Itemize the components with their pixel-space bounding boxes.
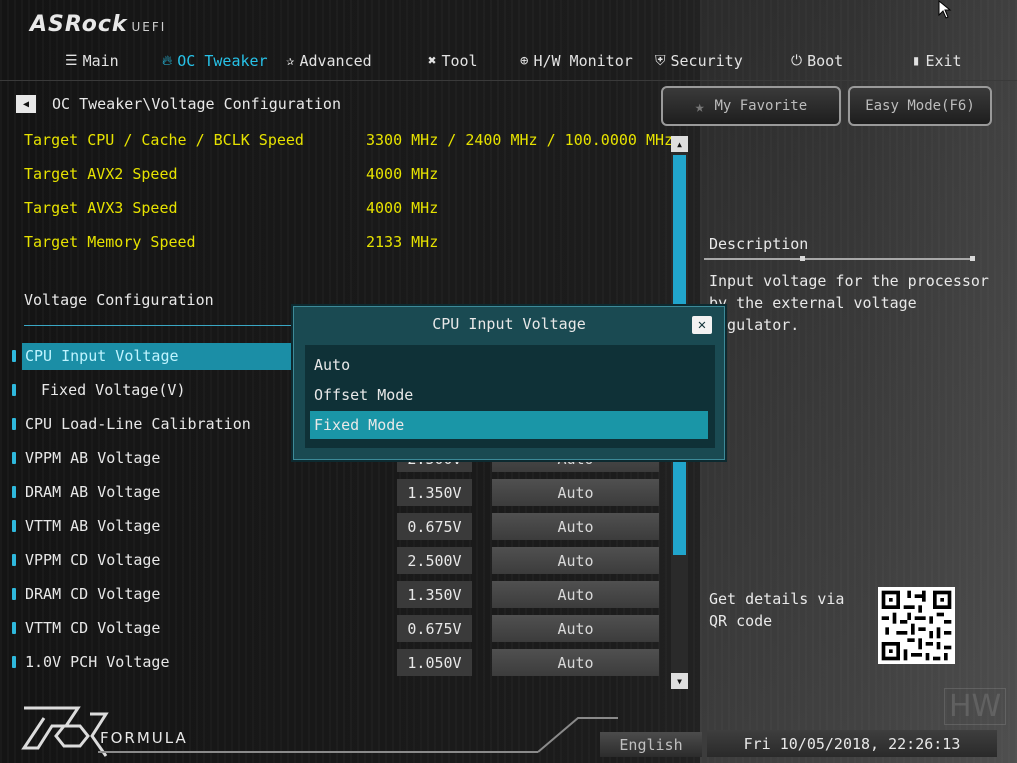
setting-dram-cd[interactable]: DRAM CD Voltage xyxy=(25,585,160,603)
my-favorite-button[interactable]: ★ My Favorite xyxy=(661,86,841,126)
setting-cpu-llc[interactable]: CPU Load-Line Calibration xyxy=(25,415,251,433)
row-marker-icon xyxy=(12,418,16,430)
value-pch-voltage: 1.050V xyxy=(397,649,472,676)
info-value: 3300 MHz / 2400 MHz / 100.0000 MHz xyxy=(366,131,674,149)
tab-main[interactable]: ☰ Main xyxy=(65,46,119,76)
value-vppm-cd: 2.500V xyxy=(397,547,472,574)
close-icon[interactable]: ✕ xyxy=(692,316,712,334)
scroll-down-arrow-icon[interactable]: ▼ xyxy=(671,673,688,689)
cpu-input-voltage-dialog: CPU Input Voltage ✕ Auto Offset Mode Fix… xyxy=(293,306,725,460)
tab-oc-tweaker[interactable]: 🔥︎ OC Tweaker xyxy=(162,46,268,76)
easy-mode-button[interactable]: Easy Mode(F6) xyxy=(848,86,992,126)
section-divider xyxy=(24,325,294,326)
setting-cpu-input-voltage[interactable]: CPU Input Voltage xyxy=(25,347,179,365)
setting-vttm-cd[interactable]: VTTM CD Voltage xyxy=(25,619,160,637)
row-marker-icon xyxy=(12,384,16,396)
asrock-logo: ASRock UEFI xyxy=(30,12,167,37)
mode-vttm-ab[interactable]: Auto xyxy=(492,513,659,540)
monitor-icon: ⊕ xyxy=(520,53,529,69)
formula-brand: FORMULA xyxy=(100,729,188,747)
option-auto[interactable]: Auto xyxy=(310,351,708,379)
info-label: Target CPU / Cache / BCLK Speed xyxy=(24,131,304,149)
tab-tool[interactable]: ✖ Tool xyxy=(428,46,478,76)
mouse-cursor-icon xyxy=(938,0,952,19)
row-marker-icon xyxy=(12,554,16,566)
info-label: Target Memory Speed xyxy=(24,233,196,251)
setting-pch-voltage[interactable]: 1.0V PCH Voltage xyxy=(25,653,170,671)
option-list: Auto Offset Mode Fixed Mode xyxy=(305,345,715,448)
option-fixed-mode[interactable]: Fixed Mode xyxy=(310,411,708,439)
tab-exit[interactable]: ▮ Exit xyxy=(912,46,962,76)
mode-pch-voltage[interactable]: Auto xyxy=(492,649,659,676)
divider-dot xyxy=(800,256,805,261)
row-marker-icon xyxy=(12,656,16,668)
row-marker-icon xyxy=(12,452,16,464)
value-vttm-cd: 0.675V xyxy=(397,615,472,642)
star-icon: ✰ xyxy=(286,53,295,69)
row-marker-icon xyxy=(12,588,16,600)
tab-boot[interactable]: ⏻ Boot xyxy=(791,46,843,76)
qr-code-icon xyxy=(878,587,955,664)
description-title: Description xyxy=(709,235,809,253)
option-offset-mode[interactable]: Offset Mode xyxy=(310,381,708,409)
tab-security[interactable]: ⛨ Security xyxy=(655,46,743,76)
qr-caption: Get details via QR code xyxy=(709,590,845,630)
back-button[interactable]: ◀ xyxy=(16,95,36,113)
breadcrumb: OC Tweaker\Voltage Configuration xyxy=(52,95,341,113)
exit-icon: ▮ xyxy=(912,53,921,69)
row-marker-icon xyxy=(12,486,16,498)
flame-icon: 🔥︎ xyxy=(162,53,173,69)
tab-advanced[interactable]: ✰ Advanced xyxy=(286,46,372,76)
setting-vppm-ab[interactable]: VPPM AB Voltage xyxy=(25,449,160,467)
shield-icon: ⛨ xyxy=(655,53,666,69)
nav-divider xyxy=(0,80,1017,81)
language-button[interactable]: English xyxy=(600,732,702,757)
info-value: 2133 MHz xyxy=(366,233,439,251)
mode-dram-ab[interactable]: Auto xyxy=(492,479,659,506)
tab-hw-monitor[interactable]: ⊕ H/W Monitor xyxy=(520,46,633,76)
setting-vppm-cd[interactable]: VPPM CD Voltage xyxy=(25,551,160,569)
setting-fixed-voltage[interactable]: Fixed Voltage(V) xyxy=(41,381,186,399)
info-label: Target AVX3 Speed xyxy=(24,199,178,217)
setting-dram-ab[interactable]: DRAM AB Voltage xyxy=(25,483,160,501)
value-dram-cd: 1.350V xyxy=(397,581,472,608)
row-marker-icon xyxy=(12,350,16,362)
description-text: Input voltage for the processor by the e… xyxy=(709,272,989,334)
list-icon: ☰ xyxy=(65,53,78,69)
star-icon: ★ xyxy=(694,96,705,116)
datetime-display: Fri 10/05/2018, 22:26:13 xyxy=(707,730,997,757)
row-marker-icon xyxy=(12,622,16,634)
value-vttm-ab: 0.675V xyxy=(397,513,472,540)
value-dram-ab: 1.350V xyxy=(397,479,472,506)
info-label: Target AVX2 Speed xyxy=(24,165,178,183)
info-value: 4000 MHz xyxy=(366,199,439,217)
wrench-icon: ✖ xyxy=(428,53,437,69)
dialog-title: CPU Input Voltage xyxy=(432,315,586,333)
divider-dot xyxy=(970,256,975,261)
setting-vttm-ab[interactable]: VTTM AB Voltage xyxy=(25,517,160,535)
hw-watermark-logo: HW xyxy=(944,688,1007,725)
section-title: Voltage Configuration xyxy=(24,291,214,309)
mode-vppm-cd[interactable]: Auto xyxy=(492,547,659,574)
row-marker-icon xyxy=(12,520,16,532)
scroll-up-arrow-icon[interactable]: ▲ xyxy=(671,136,688,152)
mode-dram-cd[interactable]: Auto xyxy=(492,581,659,608)
info-value: 4000 MHz xyxy=(366,165,439,183)
main-nav: ☰ Main 🔥︎ OC Tweaker ✰ Advanced ✖ Tool ⊕… xyxy=(0,46,1017,76)
power-icon: ⏻ xyxy=(791,53,803,69)
description-divider xyxy=(704,258,974,260)
mode-vttm-cd[interactable]: Auto xyxy=(492,615,659,642)
